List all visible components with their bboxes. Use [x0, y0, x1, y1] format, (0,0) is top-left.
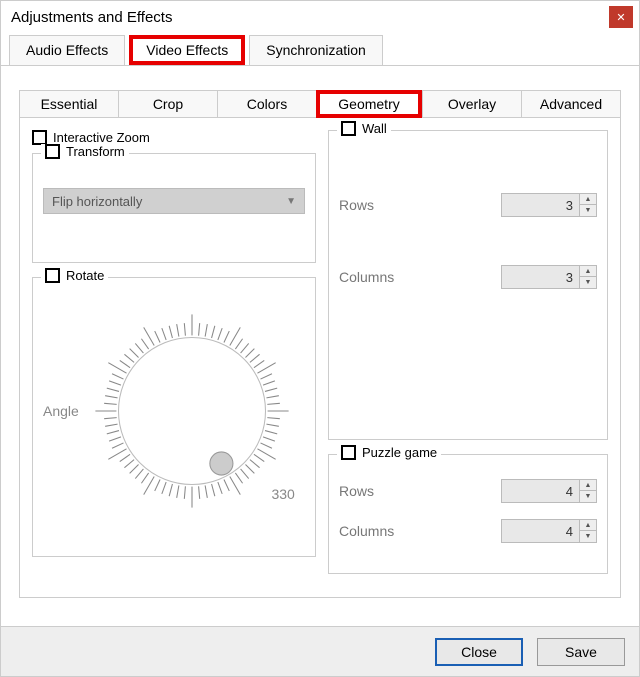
puzzle-cols-value: 4 — [502, 524, 579, 539]
transform-select[interactable]: Flip horizontally ▼ — [43, 188, 305, 214]
puzzle-checkbox[interactable] — [341, 445, 356, 460]
wall-group: Wall Rows 3 ▲▼ Columns 3 ▲▼ — [328, 130, 608, 440]
footer: Close Save — [1, 626, 639, 676]
right-column: Wall Rows 3 ▲▼ Columns 3 ▲▼ — [328, 130, 608, 585]
tab-colors[interactable]: Colors — [217, 90, 316, 118]
wall-cols-label: Columns — [339, 269, 394, 285]
wall-label: Wall — [362, 121, 387, 136]
wall-cols-value: 3 — [502, 270, 579, 285]
stepper-up-icon[interactable]: ▲ — [580, 520, 596, 531]
wall-checkbox[interactable] — [341, 121, 356, 136]
interactive-zoom-row: Interactive Zoom — [32, 130, 316, 145]
chevron-down-icon: ▼ — [286, 196, 296, 207]
puzzle-rows-stepper[interactable]: 4 ▲▼ — [501, 479, 597, 503]
sub-tab-bar: Essential Crop Colors Geometry Overlay A… — [19, 90, 621, 118]
puzzle-cols-label: Columns — [339, 523, 394, 539]
dial-value-330: 330 — [271, 486, 294, 502]
tab-advanced[interactable]: Advanced — [521, 90, 621, 118]
stepper-down-icon[interactable]: ▼ — [580, 205, 596, 216]
stepper-down-icon[interactable]: ▼ — [580, 277, 596, 288]
tab-overlay[interactable]: Overlay — [422, 90, 521, 118]
wall-rows-stepper[interactable]: 3 ▲▼ — [501, 193, 597, 217]
angle-label: Angle — [43, 403, 79, 419]
window-title: Adjustments and Effects — [11, 9, 172, 26]
puzzle-rows-value: 4 — [502, 484, 579, 499]
tab-audio-effects[interactable]: Audio Effects — [9, 35, 125, 65]
transform-checkbox[interactable] — [45, 144, 60, 159]
interactive-zoom-label: Interactive Zoom — [53, 130, 150, 145]
save-button[interactable]: Save — [537, 638, 625, 666]
tab-essential[interactable]: Essential — [19, 90, 118, 118]
puzzle-rows-label: Rows — [339, 483, 374, 499]
tab-geometry[interactable]: Geometry — [316, 90, 422, 118]
tab-crop[interactable]: Crop — [118, 90, 217, 118]
tab-synchronization[interactable]: Synchronization — [249, 35, 383, 65]
stepper-down-icon[interactable]: ▼ — [580, 491, 596, 502]
wall-rows-value: 3 — [502, 198, 579, 213]
rotate-group: Rotate Angle 330 — [32, 277, 316, 557]
transform-label: Transform — [66, 144, 125, 159]
stepper-up-icon[interactable]: ▲ — [580, 480, 596, 491]
interactive-zoom-checkbox[interactable] — [32, 130, 47, 145]
stepper-down-icon[interactable]: ▼ — [580, 531, 596, 542]
rotate-label: Rotate — [66, 268, 104, 283]
wall-cols-stepper[interactable]: 3 ▲▼ — [501, 265, 597, 289]
geometry-panel: Interactive Zoom Transform Flip horizont… — [19, 118, 621, 598]
close-button[interactable]: Close — [435, 638, 523, 666]
stepper-up-icon[interactable]: ▲ — [580, 194, 596, 205]
main-tab-bar: Audio Effects Video Effects Synchronizat… — [1, 35, 639, 66]
stepper-up-icon[interactable]: ▲ — [580, 266, 596, 277]
dialog-window: Adjustments and Effects ✕ Audio Effects … — [0, 0, 640, 677]
titlebar: Adjustments and Effects ✕ — [1, 1, 639, 33]
left-column: Interactive Zoom Transform Flip horizont… — [32, 130, 316, 585]
tab-video-effects[interactable]: Video Effects — [129, 35, 245, 65]
rotate-checkbox[interactable] — [45, 268, 60, 283]
angle-dial[interactable]: 330 — [87, 306, 297, 516]
puzzle-label: Puzzle game — [362, 445, 437, 460]
transform-group: Transform Flip horizontally ▼ — [32, 153, 316, 263]
wall-rows-label: Rows — [339, 197, 374, 213]
close-icon[interactable]: ✕ — [609, 6, 633, 28]
puzzle-cols-stepper[interactable]: 4 ▲▼ — [501, 519, 597, 543]
puzzle-group: Puzzle game Rows 4 ▲▼ Columns 4 — [328, 454, 608, 574]
transform-select-value: Flip horizontally — [52, 194, 142, 209]
